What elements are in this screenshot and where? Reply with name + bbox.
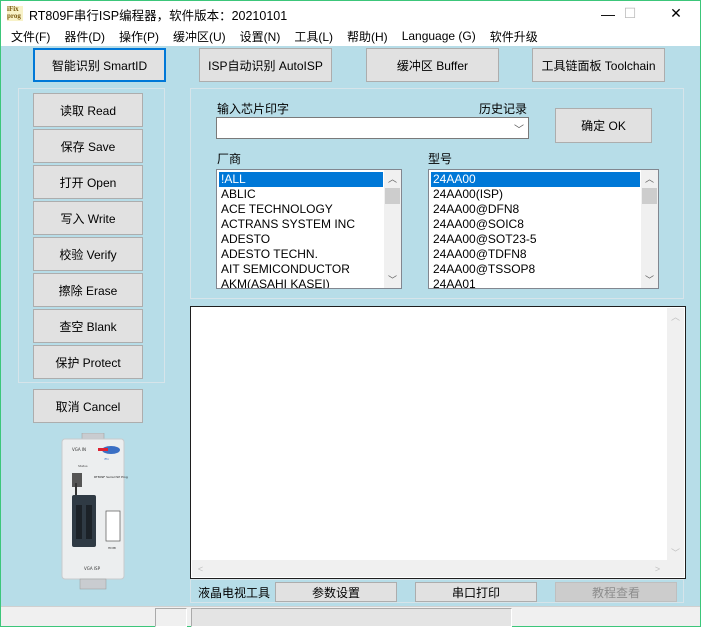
scroll-down-icon[interactable]: ﹀ [384,271,401,288]
model-list-item[interactable]: 24AA00@SOIC8 [431,217,640,232]
serial-print-button[interactable]: 串口打印 [415,582,537,602]
menu-bar: 文件(F) 器件(D) 操作(P) 缓冲区(U) 设置(N) 工具(L) 帮助(… [1,26,700,46]
menu-device[interactable]: 器件(D) [64,28,105,45]
autoisp-button[interactable]: ISP自动识别 AutoISP [199,48,332,82]
menu-buffer[interactable]: 缓冲区(U) [173,28,226,45]
status-bar [1,606,700,627]
close-button[interactable]: ✕ [653,1,699,26]
log-horizontal-scrollbar[interactable]: < > [192,560,684,577]
scroll-thumb[interactable] [385,188,400,204]
save-button[interactable]: 保存 Save [33,129,143,163]
svg-text:iFix: iFix [104,457,109,461]
tv-tools-label: 液晶电视工具 [198,586,271,600]
status-panel-2 [155,608,187,627]
model-list-item[interactable]: 24AA00@DFN8 [431,202,640,217]
vendor-label: 厂商 [217,152,242,166]
protect-button[interactable]: 保护 Protect [33,345,143,379]
scroll-up-icon[interactable]: ︿ [641,170,658,187]
chip-marking-combo[interactable]: ﹀ [216,117,529,139]
params-settings-button[interactable]: 参数设置 [275,582,397,602]
model-list-item[interactable]: 24AA00@TSSOP8 [431,262,640,277]
menu-help[interactable]: 帮助(H) [347,28,388,45]
programmer-device-image: VGA IN iFix Status RT809F Serial ISP Pro… [58,432,141,593]
cancel-button[interactable]: 取消 Cancel [33,389,143,423]
vendor-list-item[interactable]: AIT SEMICONDUCTOR [219,262,383,277]
menu-settings[interactable]: 设置(N) [240,28,281,45]
status-panel-1 [3,608,154,627]
vga-isp-label: VGA ISP [84,566,101,571]
status-panel-3 [191,608,512,627]
model-label: 型号 [428,152,453,166]
menu-language[interactable]: Language (G) [402,29,476,43]
read-button[interactable]: 读取 Read [33,93,143,127]
main-window: iFix prog RT809F串行ISP编程器，软件版本：20210101 —… [0,0,701,627]
model-list-scrollbar[interactable]: ︿ ﹀ [641,170,658,288]
smartid-button[interactable]: 智能识别 SmartID [33,48,166,82]
vendor-list-scrollbar[interactable]: ︿ ﹀ [384,170,401,288]
history-label: 历史记录 [479,102,528,116]
scroll-up-icon[interactable]: ︿ [384,170,401,187]
erase-button[interactable]: 擦除 Erase [33,273,143,307]
vga-in-label: VGA IN [72,447,86,452]
vendor-list-item[interactable]: ACTRANS SYSTEM INC [219,217,383,232]
app-logo-icon: iFix prog [7,6,23,21]
menu-file[interactable]: 文件(F) [11,28,50,45]
blank-button[interactable]: 查空 Blank [33,309,143,343]
vendor-list[interactable]: !ALL ABLIC ACE TECHNOLOGY ACTRANS SYSTEM… [216,169,402,289]
model-list-item[interactable]: 24AA00@SOT23-5 [431,232,640,247]
svg-text:HDMI: HDMI [108,546,116,550]
ok-button[interactable]: 确定 OK [555,108,652,143]
vendor-list-item[interactable]: ACE TECHNOLOGY [219,202,383,217]
model-label: RT809F Serial ISP Programmer [94,475,128,479]
vendor-list-item[interactable]: ADESTO [219,232,383,247]
chevron-down-icon[interactable]: ﹀ [514,121,524,136]
vendor-list-item[interactable]: AKM(ASAHI KASEI) [219,277,383,288]
model-list[interactable]: 24AA00 24AA00(ISP) 24AA00@DFN8 24AA00@SO… [428,169,659,289]
scroll-thumb[interactable] [642,188,657,204]
vendor-list-item[interactable]: ADESTO TECHN. [219,247,383,262]
buffer-button[interactable]: 缓冲区 Buffer [366,48,499,82]
log-output[interactable]: ︿ ﹀ < > [190,306,686,579]
open-button[interactable]: 打开 Open [33,165,143,199]
model-list-item[interactable]: 24AA00(ISP) [431,187,640,202]
log-vertical-scrollbar[interactable]: ︿ ﹀ [667,308,684,561]
toolchain-button[interactable]: 工具链面板 Toolchain [532,48,665,82]
menu-software-upgrade[interactable]: 软件升级 [490,28,538,45]
scroll-up-icon[interactable]: ︿ [667,308,684,325]
scroll-left-icon[interactable]: < [192,560,209,577]
status-led-label: Status [78,464,88,468]
vendor-list-item[interactable]: !ALL [219,172,383,187]
scroll-down-icon[interactable]: ﹀ [641,271,658,288]
write-button[interactable]: 写入 Write [33,201,143,235]
maximize-button[interactable]: ☐ [607,1,653,26]
menu-tools[interactable]: 工具(L) [294,28,333,45]
verify-button[interactable]: 校验 Verify [33,237,143,271]
chip-marking-label: 输入芯片印字 [217,102,290,116]
scroll-down-icon[interactable]: ﹀ [667,544,684,561]
scroll-right-icon[interactable]: > [649,560,666,577]
model-list-item[interactable]: 24AA00@TDFN8 [431,247,640,262]
title-bar: iFix prog RT809F串行ISP编程器，软件版本：20210101 —… [1,1,700,26]
tutorial-button[interactable]: 教程查看 [555,582,677,602]
model-list-item[interactable]: 24AA00 [431,172,640,187]
menu-operation[interactable]: 操作(P) [119,28,159,45]
model-list-item[interactable]: 24AA01 [431,277,640,288]
vendor-list-item[interactable]: ABLIC [219,187,383,202]
window-title: RT809F串行ISP编程器，软件版本：20210101 [29,9,288,23]
